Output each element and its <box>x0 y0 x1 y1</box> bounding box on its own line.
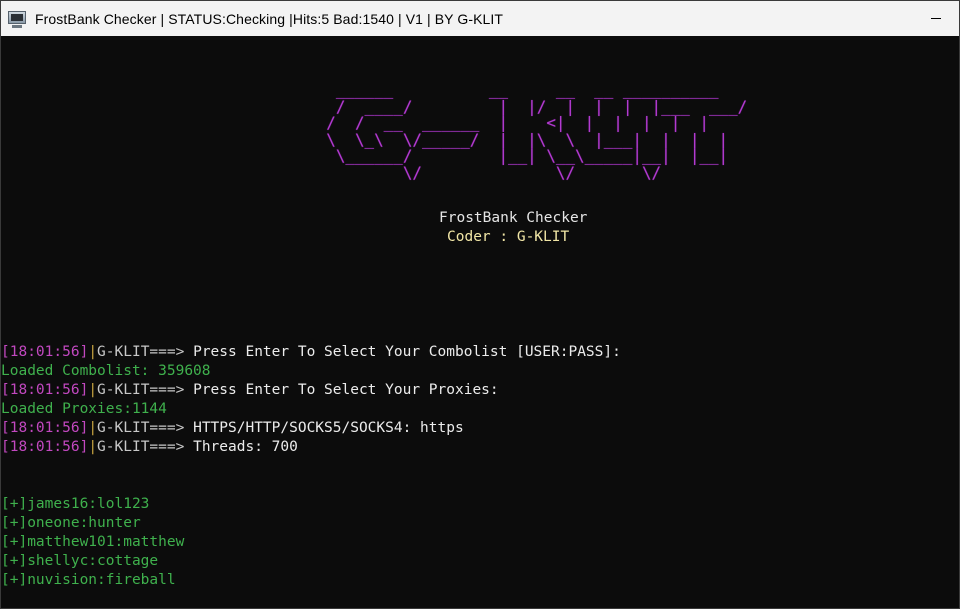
log-prefix: G-KLIT===> <box>97 382 185 398</box>
log-message: Press Enter To Select Your Proxies: <box>184 382 499 398</box>
minimize-icon <box>931 18 941 19</box>
hit-item: [+]james16:lol123 <box>1 496 150 512</box>
log-message: Press Enter To Select Your Combolist [US… <box>184 344 621 360</box>
log-prefix: G-KLIT===> <box>97 439 185 455</box>
log-separator: | <box>88 420 98 436</box>
status-line: Loaded Proxies:1144 <box>1 401 167 417</box>
title-bar[interactable]: FrostBank Checker | STATUS:Checking |Hit… <box>1 1 959 36</box>
log-timestamp: [18:01:56] <box>1 382 89 398</box>
banner-title: FrostBank Checker <box>439 210 588 226</box>
window-controls <box>913 1 959 36</box>
banner-coder: Coder : G-KLIT <box>447 229 570 245</box>
log-timestamp: [18:01:56] <box>1 420 89 436</box>
log-output: [18:01:56]|G-KLIT===> Press Enter To Sel… <box>1 343 959 457</box>
log-line: [18:01:56]|G-KLIT===> HTTPS/HTTP/SOCKS5/… <box>1 419 959 438</box>
log-message: HTTPS/HTTP/SOCKS5/SOCKS4: https <box>184 420 464 436</box>
status-line: Loaded Combolist: 359608 <box>1 363 211 379</box>
log-timestamp: [18:01:56] <box>1 344 89 360</box>
console-window: FrostBank Checker | STATUS:Checking |Hit… <box>0 0 960 609</box>
hit-item: [+]shellyc:cottage <box>1 553 159 569</box>
log-message: Threads: 700 <box>184 439 298 455</box>
console-app-icon[interactable] <box>8 10 26 28</box>
hit-item: [+]oneone:hunter <box>1 515 141 531</box>
ascii-banner: ______ __ __ __ __________ / ____/ | |/ … <box>1 81 959 182</box>
log-separator: | <box>88 439 98 455</box>
log-prefix: G-KLIT===> <box>97 420 185 436</box>
hit-item: [+]nuvision:fireball <box>1 572 176 588</box>
log-separator: | <box>88 344 98 360</box>
log-line: [18:01:56]|G-KLIT===> Threads: 700 <box>1 438 959 457</box>
log-separator: | <box>88 382 98 398</box>
hit-item: [+]matthew101:matthew <box>1 534 185 550</box>
log-line: [18:01:56]|G-KLIT===> Press Enter To Sel… <box>1 343 959 362</box>
window-title: FrostBank Checker | STATUS:Checking |Hit… <box>35 10 504 27</box>
log-line: [18:01:56]|G-KLIT===> Press Enter To Sel… <box>1 381 959 400</box>
log-timestamp: [18:01:56] <box>1 439 89 455</box>
console-output[interactable]: ______ __ __ __ __________ / ____/ | |/ … <box>1 36 959 608</box>
minimize-button[interactable] <box>913 1 959 36</box>
ascii-line: \/ \/ \/ <box>1 162 662 182</box>
hits-list: [+]james16:lol123 [+]oneone:hunter [+]ma… <box>1 495 184 590</box>
log-prefix: G-KLIT===> <box>97 344 185 360</box>
